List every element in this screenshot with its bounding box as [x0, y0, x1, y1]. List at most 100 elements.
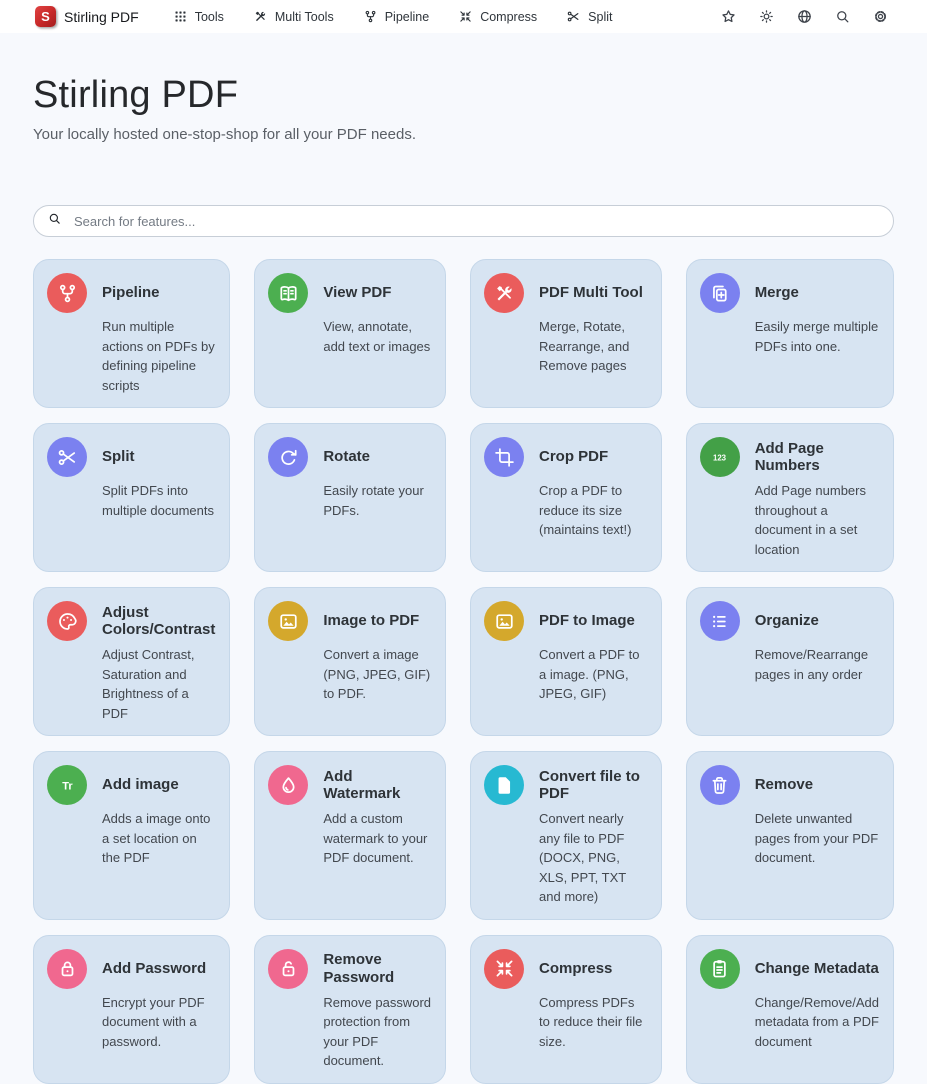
merge-icon: [708, 282, 731, 305]
card-add-password[interactable]: Add Password Encrypt your PDF document w…: [33, 935, 230, 1084]
unlock-icon: [277, 957, 300, 980]
feature-search-bar: [33, 205, 894, 237]
search-icon: [47, 211, 62, 231]
nav-item-label: Compress: [480, 10, 537, 24]
card-title: Split: [102, 437, 215, 477]
card-split[interactable]: Split Split PDFs into multiple documents: [33, 423, 230, 572]
card-description: Remove/Rearrange pages in any order: [755, 645, 879, 684]
nav-item-label: Multi Tools: [275, 10, 334, 24]
card-title: View PDF: [323, 273, 431, 313]
card-description: View, annotate, add text or images: [323, 317, 431, 356]
card-add-watermark[interactable]: Add Watermark Add a custom watermark to …: [254, 751, 446, 920]
nav-item-label: Split: [588, 10, 612, 24]
card-title: Organize: [755, 601, 879, 641]
card-title: Merge: [755, 273, 879, 313]
pipeline-icon: [56, 282, 79, 305]
card-rotate[interactable]: Rotate Easily rotate your PDFs.: [254, 423, 446, 572]
nav-item-pipeline[interactable]: Pipeline: [363, 9, 429, 24]
compress-icon: [458, 9, 473, 24]
list-icon: [708, 610, 731, 633]
lock-icon: [56, 957, 79, 980]
search-button[interactable]: [834, 8, 851, 25]
droplet-icon: [277, 774, 300, 797]
book-icon: [277, 282, 300, 305]
compress-icon: [493, 957, 516, 980]
card-compress[interactable]: Compress Compress PDFs to reduce their f…: [470, 935, 662, 1084]
card-description: Crop a PDF to reduce its size (maintains…: [539, 481, 647, 540]
page-subtitle: Your locally hosted one-stop-shop for al…: [33, 126, 894, 143]
brand[interactable]: S Stirling PDF: [35, 6, 139, 27]
card-pipeline[interactable]: Pipeline Run multiple actions on PDFs by…: [33, 259, 230, 408]
tools-icon: [253, 9, 268, 24]
card-title: Add Watermark: [323, 765, 431, 805]
tools-icon: [493, 282, 516, 305]
card-add-image[interactable]: Tr Add image Adds a image onto a set loc…: [33, 751, 230, 920]
card-pdf-to-image[interactable]: PDF to Image Convert a PDF to a image. (…: [470, 587, 662, 736]
card-description: Easily merge multiple PDFs into one.: [755, 317, 879, 356]
card-description: Split PDFs into multiple documents: [102, 481, 215, 520]
trash-icon: [708, 774, 731, 797]
card-crop-pdf[interactable]: Crop PDF Crop a PDF to reduce its size (…: [470, 423, 662, 572]
page-title: Stirling PDF: [33, 74, 894, 117]
card-description: Add a custom watermark to your PDF docum…: [323, 809, 431, 868]
card-description: Convert a image (PNG, JPEG, GIF) to PDF.: [323, 645, 431, 704]
card-title: Image to PDF: [323, 601, 431, 641]
card-description: Convert a PDF to a image. (PNG, JPEG, GI…: [539, 645, 647, 704]
card-title: PDF Multi Tool: [539, 273, 647, 313]
card-adjust-colors-contrast[interactable]: Adjust Colors/Contrast Adjust Contrast, …: [33, 587, 230, 736]
card-description: Remove password protection from your PDF…: [323, 993, 431, 1071]
card-merge[interactable]: Merge Easily merge multiple PDFs into on…: [686, 259, 894, 408]
nav-item-multi-tools[interactable]: Multi Tools: [253, 9, 334, 24]
svg-text:Tr: Tr: [62, 780, 73, 792]
card-organize[interactable]: Organize Remove/Rearrange pages in any o…: [686, 587, 894, 736]
image-icon: [493, 610, 516, 633]
card-title: PDF to Image: [539, 601, 647, 641]
card-convert-file-to-pdf[interactable]: Convert file to PDF Convert nearly any f…: [470, 751, 662, 920]
rotate-icon: [277, 446, 300, 469]
card-image-to-pdf[interactable]: Image to PDF Convert a image (PNG, JPEG,…: [254, 587, 446, 736]
nav-item-label: Tools: [195, 10, 224, 24]
card-title: Change Metadata: [755, 949, 879, 989]
card-description: Easily rotate your PDFs.: [323, 481, 431, 520]
card-pdf-multi-tool[interactable]: PDF Multi Tool Merge, Rotate, Rearrange,…: [470, 259, 662, 408]
feature-card-grid: Pipeline Run multiple actions on PDFs by…: [33, 259, 894, 1084]
card-description: Adjust Contrast, Saturation and Brightne…: [102, 645, 215, 723]
nav-item-tools[interactable]: Tools: [173, 9, 224, 24]
scissors-icon: [566, 9, 581, 24]
nav-item-label: Pipeline: [385, 10, 429, 24]
nav-item-compress[interactable]: Compress: [458, 9, 537, 24]
search-icon: [834, 8, 851, 25]
grid-icon: [173, 9, 188, 24]
text-icon: Tr: [56, 774, 79, 797]
card-change-metadata[interactable]: Change Metadata Change/Remove/Add metada…: [686, 935, 894, 1084]
card-title: Remove Password: [323, 949, 431, 989]
card-title: Remove: [755, 765, 879, 805]
star-button[interactable]: [720, 8, 737, 25]
card-title: Compress: [539, 949, 647, 989]
card-title: Crop PDF: [539, 437, 647, 477]
nav-menu: Tools Multi Tools Pipeline Compress Spli…: [173, 9, 613, 24]
card-title: Add Password: [102, 949, 215, 989]
palette-icon: [56, 610, 79, 633]
file-icon: [493, 774, 516, 797]
star-icon: [720, 8, 737, 25]
card-remove-password[interactable]: Remove Password Remove password protecti…: [254, 935, 446, 1084]
card-title: Adjust Colors/Contrast: [102, 601, 215, 641]
card-add-page-numbers[interactable]: 123 Add Page Numbers Add Page numbers th…: [686, 423, 894, 572]
search-input[interactable]: [72, 213, 880, 230]
card-description: Compress PDFs to reduce their file size.: [539, 993, 647, 1052]
card-view-pdf[interactable]: View PDF View, annotate, add text or ima…: [254, 259, 446, 408]
gear-button[interactable]: [872, 8, 889, 25]
card-title: Rotate: [323, 437, 431, 477]
card-description: Add Page numbers throughout a document i…: [755, 481, 879, 559]
sun-button[interactable]: [758, 8, 775, 25]
nav-item-split[interactable]: Split: [566, 9, 612, 24]
main-content: Stirling PDF Your locally hosted one-sto…: [0, 74, 927, 1084]
globe-button[interactable]: [796, 8, 813, 25]
card-remove[interactable]: Remove Delete unwanted pages from your P…: [686, 751, 894, 920]
pipeline-icon: [363, 9, 378, 24]
card-description: Encrypt your PDF document with a passwor…: [102, 993, 215, 1052]
card-description: Convert nearly any file to PDF (DOCX, PN…: [539, 809, 647, 907]
globe-icon: [796, 8, 813, 25]
card-description: Delete unwanted pages from your PDF docu…: [755, 809, 879, 868]
